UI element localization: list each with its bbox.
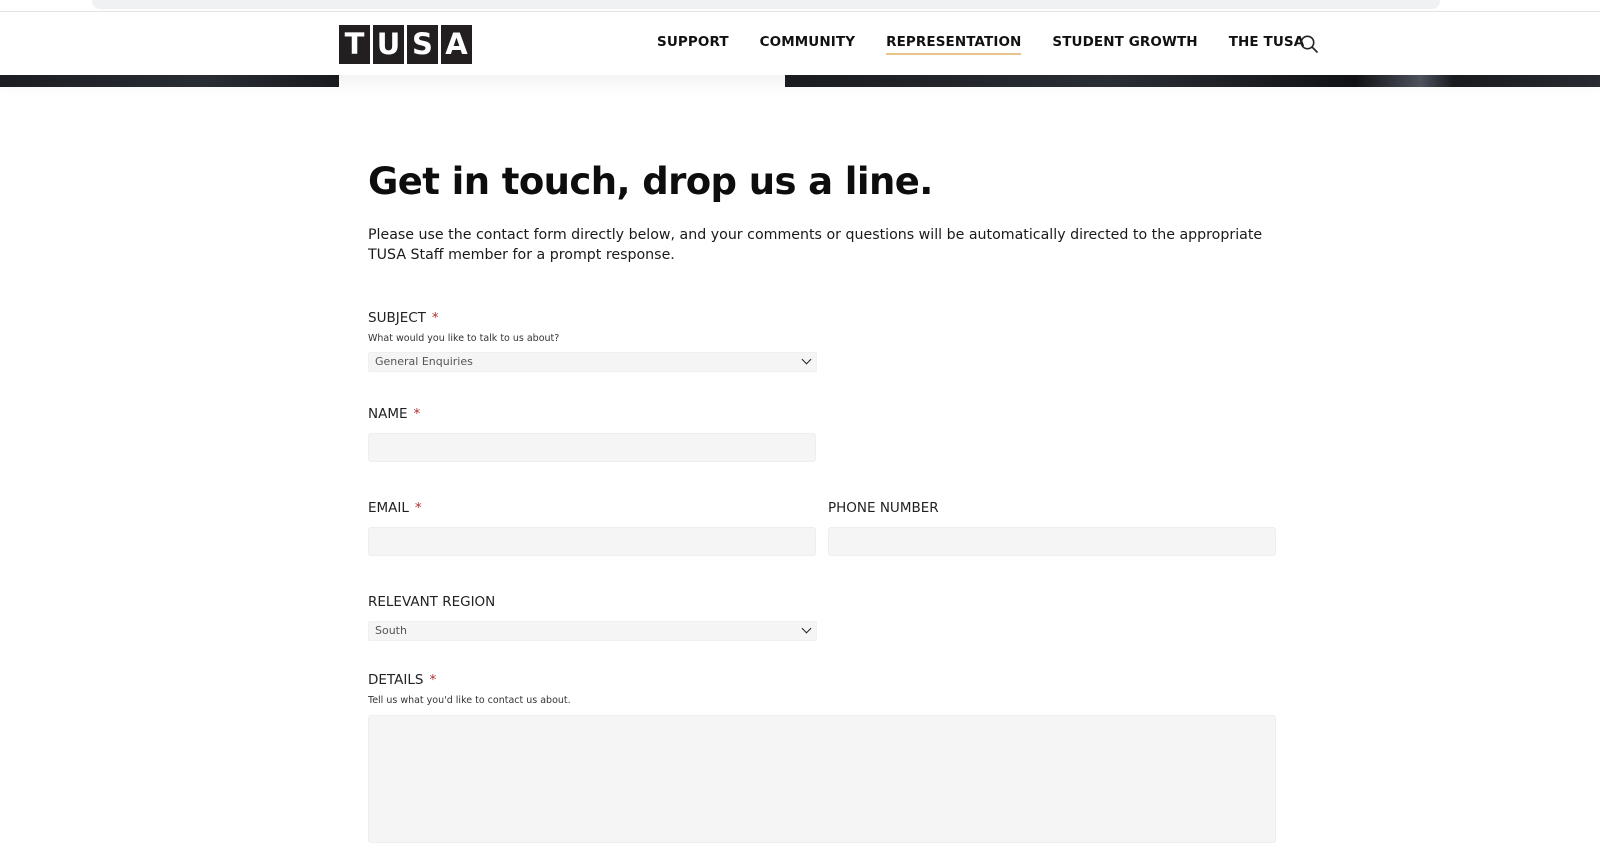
- required-marker: *: [414, 500, 422, 516]
- subject-hint: What would you like to talk to us about?: [368, 333, 560, 344]
- region-select-value: South: [375, 624, 407, 637]
- chevron-down-icon: [801, 354, 812, 365]
- phone-input[interactable]: [828, 527, 1276, 556]
- logo-letter: T: [339, 25, 370, 64]
- page-title: Get in touch, drop us a line.: [368, 160, 933, 203]
- hero-image-left: [0, 74, 339, 87]
- region-field: RELEVANT REGION South: [368, 594, 817, 641]
- phone-label: PHONE NUMBER: [828, 500, 939, 516]
- required-marker: *: [429, 672, 437, 688]
- logo-letter: S: [407, 25, 438, 64]
- main-nav: SUPPORT COMMUNITY REPRESENTATION STUDENT…: [657, 34, 1335, 55]
- browser-address-bar[interactable]: [92, 0, 1440, 9]
- browser-chrome-strip: [0, 0, 1600, 12]
- subject-label-text: SUBJECT: [368, 310, 426, 326]
- name-input[interactable]: [368, 433, 816, 462]
- region-label: RELEVANT REGION: [368, 594, 496, 610]
- subject-label: SUBJECT *: [368, 310, 817, 326]
- name-label-text: NAME: [368, 406, 408, 422]
- hero-image-right: [785, 74, 1600, 87]
- email-label: EMAIL *: [368, 500, 816, 516]
- details-textarea[interactable]: [368, 715, 1276, 843]
- email-input[interactable]: [368, 527, 816, 556]
- nav-item-community[interactable]: COMMUNITY: [760, 34, 855, 55]
- details-label-text: DETAILS: [368, 672, 424, 688]
- email-label-text: EMAIL: [368, 500, 409, 516]
- search-button[interactable]: [1299, 34, 1319, 54]
- nav-item-support[interactable]: SUPPORT: [657, 34, 729, 55]
- logo-letter: U: [373, 25, 404, 64]
- phone-field: PHONE NUMBER: [828, 500, 1276, 556]
- contact-section: Get in touch, drop us a line. Please use…: [368, 160, 1278, 265]
- email-field: EMAIL *: [368, 500, 816, 556]
- name-field: NAME *: [368, 406, 816, 462]
- region-select[interactable]: South: [368, 621, 817, 641]
- nav-item-the-tusa[interactable]: THE TUSA: [1229, 34, 1305, 55]
- details-label: DETAILS *: [368, 672, 1276, 688]
- subject-select-value: General Enquiries: [375, 355, 473, 368]
- search-icon: [1300, 35, 1318, 53]
- nav-item-representation[interactable]: REPRESENTATION: [886, 34, 1022, 55]
- details-hint: Tell us what you'd like to contact us ab…: [368, 695, 571, 706]
- chevron-down-icon: [801, 623, 812, 634]
- details-field: DETAILS * Tell us what you'd like to cont…: [368, 672, 1276, 843]
- logo-letter: A: [441, 25, 472, 64]
- nav-item-student-growth[interactable]: STUDENT GROWTH: [1052, 34, 1197, 55]
- required-marker: *: [413, 406, 421, 422]
- subject-select[interactable]: General Enquiries: [368, 352, 817, 372]
- intro-text: Please use the contact form directly bel…: [368, 227, 1263, 263]
- tusa-logo[interactable]: T U S A: [339, 25, 472, 64]
- subject-field: SUBJECT * What would you like to talk to …: [368, 310, 817, 372]
- site-header: T U S A SUPPORT COMMUNITY REPRESENTATION…: [0, 12, 1600, 75]
- required-marker: *: [431, 310, 439, 326]
- name-label: NAME *: [368, 406, 816, 422]
